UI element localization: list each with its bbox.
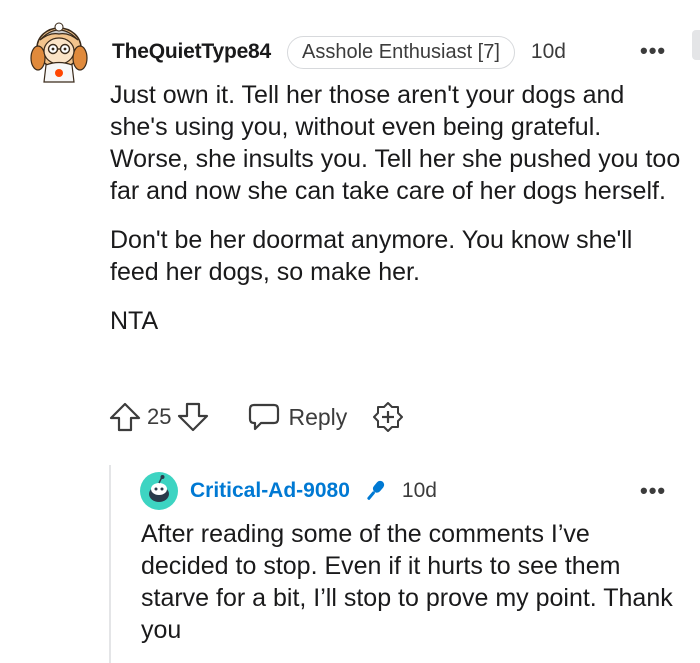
downvote-arrow-icon[interactable]	[176, 400, 210, 434]
comment-paragraph: Don't be her doormat anymore. You know s…	[110, 226, 633, 286]
comment-paragraph: Just own it. Tell her those aren't your …	[110, 81, 681, 205]
scrollbar[interactable]	[692, 30, 700, 60]
reply-age[interactable]: 10d	[402, 479, 437, 503]
comment-action-bar: 25 Reply	[108, 398, 405, 436]
comment-age[interactable]: 10d	[531, 40, 566, 64]
microphone-icon	[362, 478, 388, 504]
award-plus-icon[interactable]	[371, 400, 405, 434]
reply-label: Reply	[288, 403, 348, 430]
op-username-link[interactable]: Critical-Ad-9080	[190, 479, 350, 503]
comment-paragraph: NTA	[110, 307, 159, 335]
comment-header: TheQuietType84 Asshole Enthusiast [7] 10…	[112, 35, 566, 69]
upvote-arrow-icon[interactable]	[108, 400, 142, 434]
more-options-icon[interactable]: •••	[640, 38, 666, 64]
comment-thread: TheQuietType84 Asshole Enthusiast [7] 10…	[0, 0, 700, 663]
more-options-icon[interactable]: •••	[640, 478, 666, 504]
reply-header: Critical-Ad-9080 10d	[190, 476, 437, 506]
reply-body: After reading some of the comments I’ve …	[141, 518, 681, 646]
reply-button[interactable]: Reply	[248, 402, 347, 432]
default-snoo-avatar-icon[interactable]	[140, 472, 178, 510]
snoo-avatar-icon[interactable]	[26, 18, 92, 84]
comment-body: Just own it. Tell her those aren't your …	[110, 79, 685, 354]
username-link[interactable]: TheQuietType84	[112, 40, 271, 64]
user-flair: Asshole Enthusiast [7]	[287, 35, 515, 69]
reply-text: After reading some of the comments I’ve …	[141, 520, 673, 644]
speech-bubble-icon	[248, 402, 280, 432]
thread-line[interactable]	[109, 465, 111, 663]
vote-score: 25	[147, 404, 172, 429]
